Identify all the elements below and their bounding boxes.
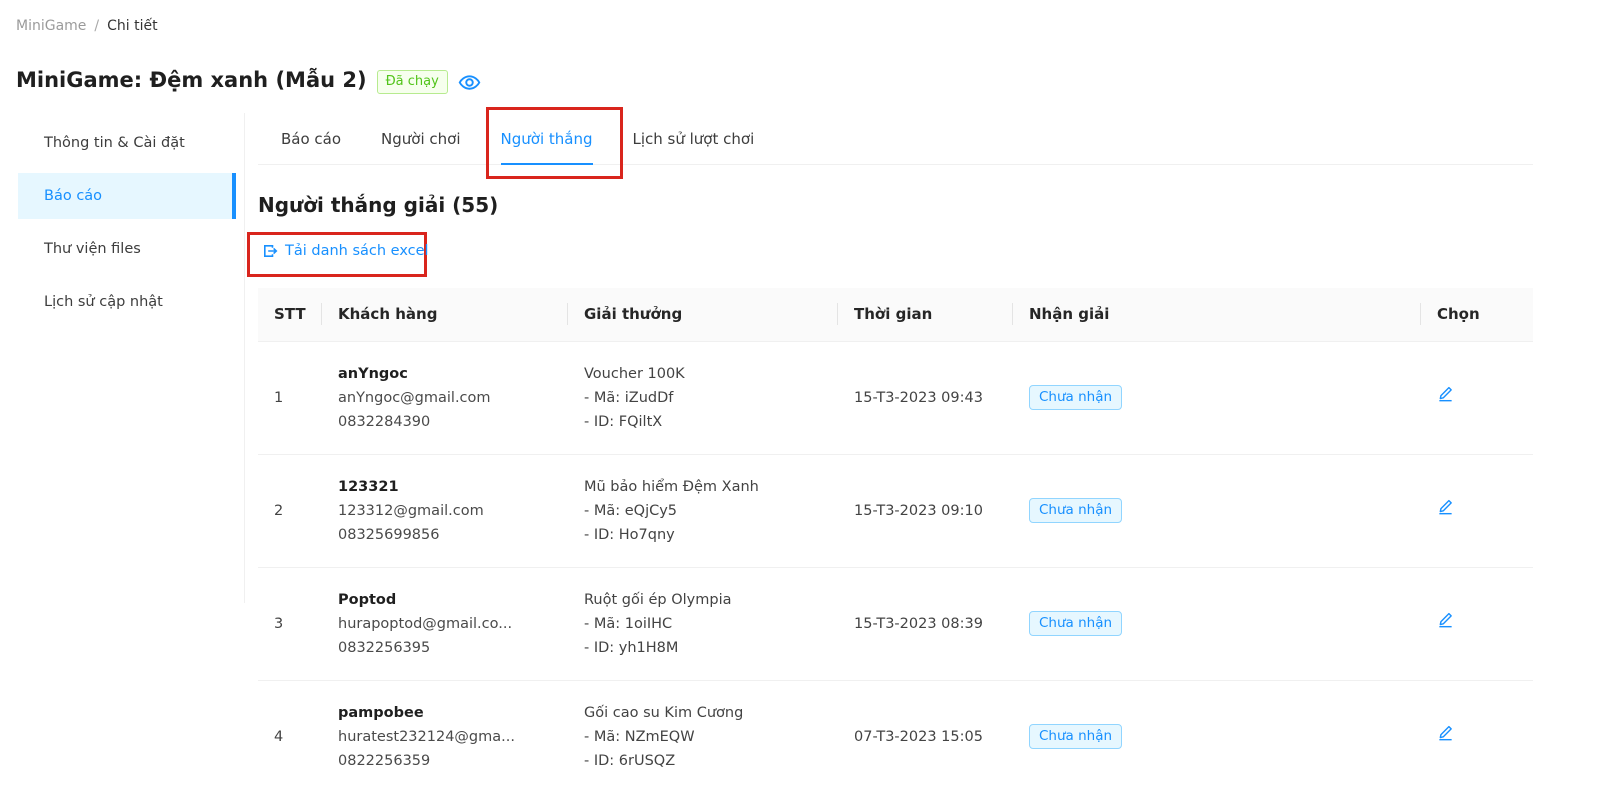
customer-phone: 0832256395: [338, 636, 552, 660]
sidebar-item-lich-su-cap-nhat[interactable]: Lịch sử cập nhật: [18, 279, 236, 325]
table-row: 3 Poptod hurapoptod@gmail.co... 08322563…: [258, 567, 1533, 680]
tab-nguoi-choi[interactable]: Người chơi: [381, 113, 460, 164]
cell-stt: 3: [258, 567, 322, 680]
cell-stt: 1: [258, 341, 322, 454]
tab-bar: Báo cáo Người chơi Người thắng Lịch sử l…: [258, 113, 1533, 165]
customer-email: hurapoptod@gmail.co...: [338, 612, 552, 636]
cell-customer: anYngoc anYngoc@gmail.com 0832284390: [322, 341, 568, 454]
table-row: 2 123321 123312@gmail.com 08325699856 Mũ…: [258, 454, 1533, 567]
winners-table: STT Khách hàng Giải thưởng Thời gian Nhậ…: [258, 288, 1533, 793]
cell-status: Chưa nhận: [1013, 341, 1421, 454]
col-header-stt: STT: [258, 288, 322, 341]
tab-nguoi-thang[interactable]: Người thắng: [501, 113, 593, 164]
cell-time: 15-T3-2023 09:10: [838, 454, 1013, 567]
cell-status: Chưa nhận: [1013, 680, 1421, 793]
table-header-row: STT Khách hàng Giải thưởng Thời gian Nhậ…: [258, 288, 1533, 341]
col-header-giai-thuong: Giải thưởng: [568, 288, 838, 341]
cell-status: Chưa nhận: [1013, 454, 1421, 567]
breadcrumb: MiniGame / Chi tiết: [16, 18, 158, 34]
cell-prize: Mũ bảo hiểm Đệm Xanh - Mã: eQjCy5 - ID: …: [568, 454, 838, 567]
status-tag[interactable]: Chưa nhận: [1029, 724, 1122, 749]
tab-bao-cao[interactable]: Báo cáo: [281, 113, 341, 164]
sidebar-divider: [244, 113, 245, 603]
tab-lich-su-luot-choi[interactable]: Lịch sử lượt chơi: [633, 113, 755, 164]
table-row: 1 anYngoc anYngoc@gmail.com 0832284390 V…: [258, 341, 1533, 454]
col-header-nhan-giai: Nhận giải: [1013, 288, 1421, 341]
cell-prize: Gối cao su Kim Cương - Mã: NZmEQW - ID: …: [568, 680, 838, 793]
prize-name: Gối cao su Kim Cương: [584, 701, 822, 725]
cell-time: 15-T3-2023 08:39: [838, 567, 1013, 680]
col-header-chon: Chọn: [1421, 288, 1533, 341]
cell-action: [1421, 454, 1533, 567]
eye-icon[interactable]: [458, 71, 481, 94]
sidebar-item-thu-vien-files[interactable]: Thư viện files: [18, 226, 236, 272]
sidebar-item-bao-cao[interactable]: Báo cáo: [18, 173, 236, 219]
prize-code: - Mã: 1oiIHC: [584, 612, 822, 636]
cell-action: [1421, 341, 1533, 454]
page-header: MiniGame: Đệm xanh (Mẫu 2) Đã chạy: [16, 66, 481, 94]
cell-customer: Poptod hurapoptod@gmail.co... 0832256395: [322, 567, 568, 680]
customer-email: huratest232124@gma...: [338, 725, 552, 749]
cell-status: Chưa nhận: [1013, 567, 1421, 680]
table-row: 4 pampobee huratest232124@gma... 0822256…: [258, 680, 1533, 793]
status-tag[interactable]: Chưa nhận: [1029, 611, 1122, 636]
prize-id: - ID: FQiltX: [584, 410, 822, 434]
breadcrumb-separator: /: [94, 18, 99, 34]
export-link-label: Tải danh sách excel: [285, 243, 429, 259]
customer-phone: 0822256359: [338, 749, 552, 773]
cell-time: 15-T3-2023 09:43: [838, 341, 1013, 454]
page-title: MiniGame: Đệm xanh (Mẫu 2): [16, 68, 367, 92]
section-title: Người thắng giải (55): [258, 193, 498, 217]
customer-name: anYngoc: [338, 362, 552, 386]
prize-code: - Mã: iZudDf: [584, 386, 822, 410]
edit-pencil-icon[interactable]: [1437, 611, 1454, 628]
prize-code: - Mã: eQjCy5: [584, 499, 822, 523]
cell-action: [1421, 680, 1533, 793]
cell-action: [1421, 567, 1533, 680]
prize-name: Voucher 100K: [584, 362, 822, 386]
cell-customer: 123321 123312@gmail.com 08325699856: [322, 454, 568, 567]
breadcrumb-minigame[interactable]: MiniGame: [16, 18, 86, 34]
col-header-khach-hang: Khách hàng: [322, 288, 568, 341]
edit-pencil-icon[interactable]: [1437, 385, 1454, 402]
status-badge: Đã chạy: [377, 70, 448, 94]
edit-pencil-icon[interactable]: [1437, 498, 1454, 515]
customer-phone: 0832284390: [338, 410, 552, 434]
customer-phone: 08325699856: [338, 523, 552, 547]
prize-id: - ID: yh1H8M: [584, 636, 822, 660]
customer-email: 123312@gmail.com: [338, 499, 552, 523]
prize-code: - Mã: NZmEQW: [584, 725, 822, 749]
customer-email: anYngoc@gmail.com: [338, 386, 552, 410]
cell-stt: 2: [258, 454, 322, 567]
status-tag[interactable]: Chưa nhận: [1029, 385, 1122, 410]
cell-customer: pampobee huratest232124@gma... 082225635…: [322, 680, 568, 793]
prize-name: Ruột gối ép Olympia: [584, 588, 822, 612]
breadcrumb-current: Chi tiết: [107, 18, 157, 34]
customer-name: Poptod: [338, 588, 552, 612]
export-excel-button[interactable]: Tải danh sách excel: [262, 243, 429, 259]
status-tag[interactable]: Chưa nhận: [1029, 498, 1122, 523]
sidebar-menu: Thông tin & Cài đặt Báo cáo Thư viện fil…: [18, 113, 236, 332]
customer-name: pampobee: [338, 701, 552, 725]
cell-prize: Ruột gối ép Olympia - Mã: 1oiIHC - ID: y…: [568, 567, 838, 680]
edit-pencil-icon[interactable]: [1437, 724, 1454, 741]
cell-time: 07-T3-2023 15:05: [838, 680, 1013, 793]
prize-name: Mũ bảo hiểm Đệm Xanh: [584, 475, 822, 499]
cell-stt: 4: [258, 680, 322, 793]
prize-id: - ID: Ho7qny: [584, 523, 822, 547]
prize-id: - ID: 6rUSQZ: [584, 749, 822, 773]
export-icon: [262, 243, 278, 259]
sidebar-item-thong-tin[interactable]: Thông tin & Cài đặt: [18, 120, 236, 166]
cell-prize: Voucher 100K - Mã: iZudDf - ID: FQiltX: [568, 341, 838, 454]
col-header-thoi-gian: Thời gian: [838, 288, 1013, 341]
customer-name: 123321: [338, 475, 552, 499]
